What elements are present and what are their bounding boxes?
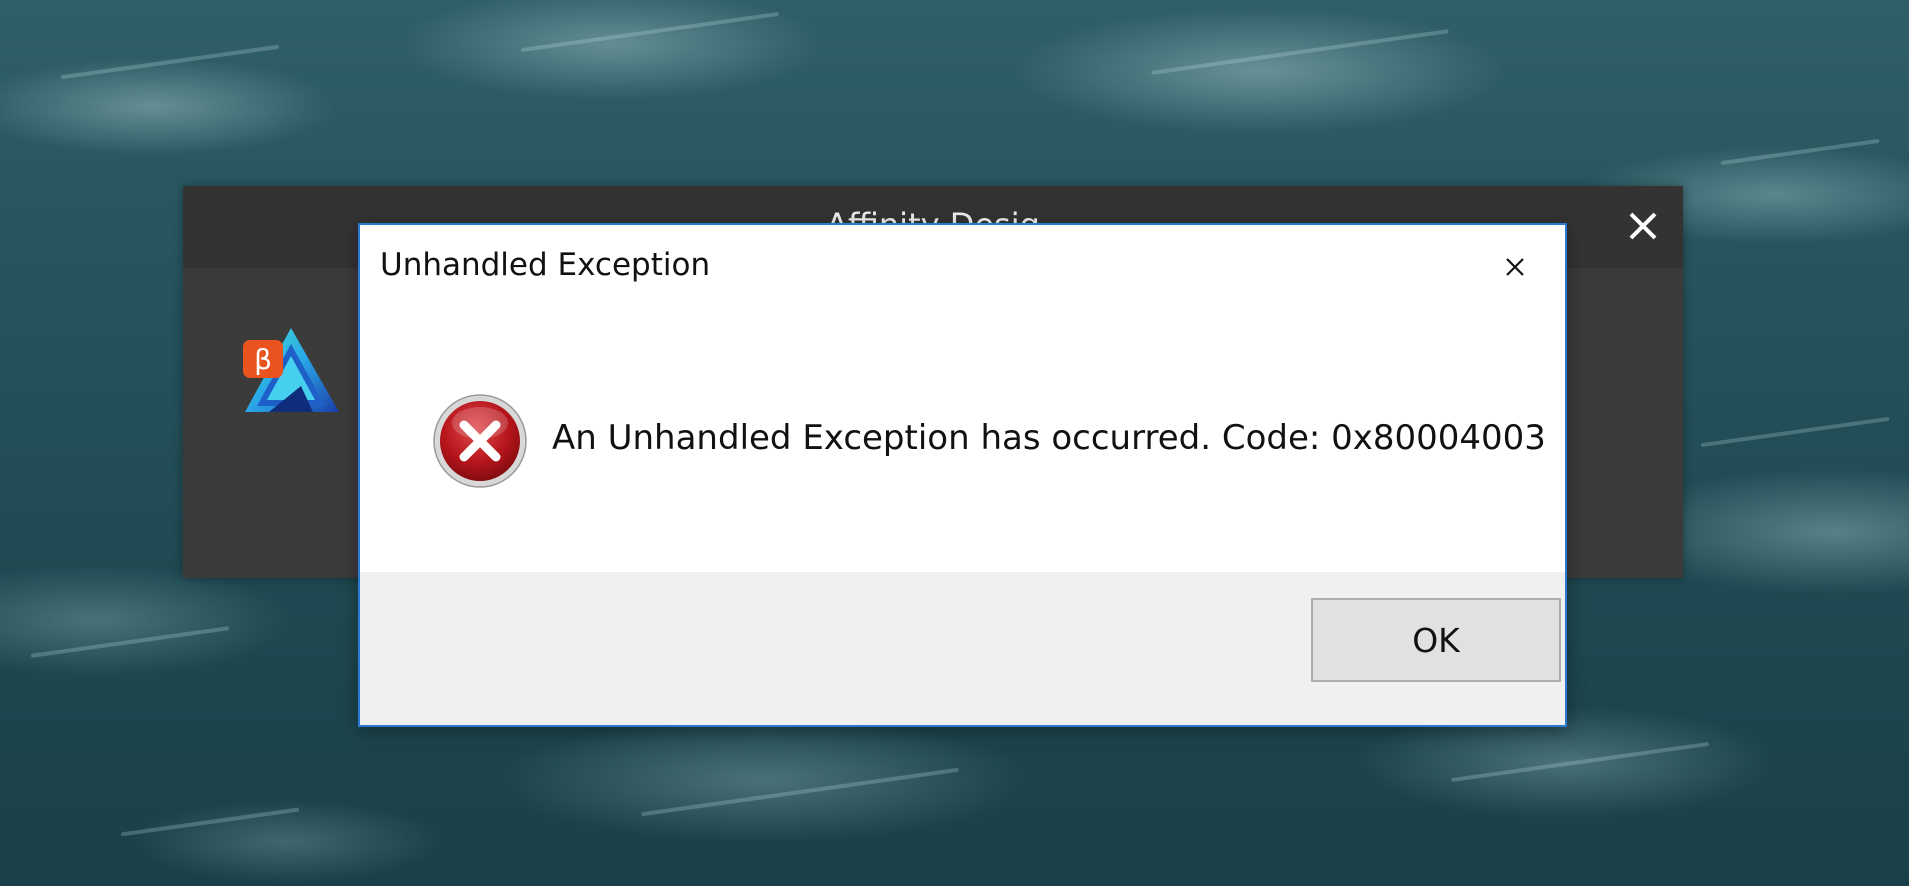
desktop-background: Affinity Desig β Unhandled Except (0, 0, 1909, 886)
close-icon[interactable] (1625, 208, 1661, 244)
error-dialog: Unhandled Exception An Unhandled Excepti… (358, 223, 1567, 727)
wave-streak (60, 44, 280, 80)
close-icon[interactable] (1501, 253, 1529, 281)
wave-streak (120, 807, 300, 837)
ok-button[interactable]: OK (1311, 598, 1561, 682)
dialog-title: Unhandled Exception (380, 247, 711, 283)
wave-streak (1700, 416, 1890, 448)
wave-streak (520, 11, 780, 53)
wave-streak (1450, 741, 1710, 783)
affinity-designer-beta-logo-icon: β (243, 328, 339, 412)
wave-streak (1151, 29, 1449, 75)
error-icon (433, 394, 527, 488)
error-message: An Unhandled Exception has occurred. Cod… (552, 418, 1546, 458)
wave-streak (641, 767, 959, 817)
wave-streak (1720, 138, 1880, 166)
beta-badge: β (254, 343, 272, 376)
wave-streak (30, 626, 230, 658)
